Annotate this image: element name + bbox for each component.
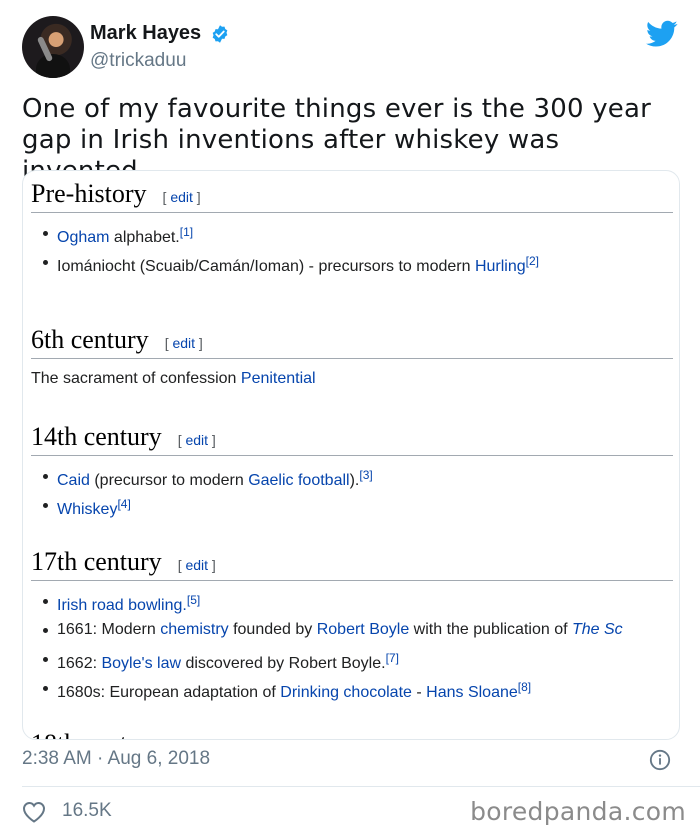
wiki-link[interactable]: Gaelic football xyxy=(248,472,349,489)
edit-link[interactable]: [ edit ] xyxy=(178,557,216,573)
wiki-link[interactable]: Ogham xyxy=(57,229,109,246)
twitter-bird-icon[interactable] xyxy=(646,20,678,48)
author-block: Mark Hayes @trickaduu xyxy=(90,22,230,72)
edit-link[interactable]: [ edit ] xyxy=(178,432,216,448)
list-item: Caid (precursor to modern Gaelic footbal… xyxy=(41,461,679,490)
display-name[interactable]: Mark Hayes xyxy=(90,22,201,45)
list-item: Ogham alphabet.[1] xyxy=(41,218,679,247)
edit-link[interactable]: [ edit ] xyxy=(163,189,201,205)
list-item: 1662: Boyle's law discovered by Robert B… xyxy=(41,644,679,673)
wiki-link[interactable]: Boyle's law xyxy=(101,655,181,672)
section-title: Pre-history xyxy=(31,179,147,208)
tweet-header: Mark Hayes @trickaduu xyxy=(22,16,682,82)
wiki-link[interactable]: Hurling xyxy=(475,258,526,275)
heart-icon[interactable] xyxy=(22,801,46,823)
wiki-section-14th-century: 14th century [ edit ] Caid (precursor to… xyxy=(31,422,679,547)
like-count: 16.5K xyxy=(62,800,112,821)
paragraph: The sacrament of confession Penitential xyxy=(31,370,316,387)
wiki-link[interactable]: Hans Sloane xyxy=(426,684,518,701)
wikipedia-screenshot[interactable]: Pre-history [ edit ] Ogham alphabet.[1] … xyxy=(22,170,680,740)
wiki-link[interactable]: Drinking chocolate xyxy=(280,684,412,701)
wiki-link[interactable]: Penitential xyxy=(241,370,316,387)
verified-icon xyxy=(212,24,227,43)
citation-ref[interactable]: [7] xyxy=(386,651,399,665)
divider xyxy=(22,786,700,787)
wiki-section-18th-century: 18th century [ edit ] xyxy=(31,729,679,740)
citation-ref[interactable]: [5] xyxy=(187,593,200,607)
wiki-link[interactable]: The Sc xyxy=(572,621,623,638)
list-item: Whiskey[4] xyxy=(41,490,679,519)
section-title: 6th century xyxy=(31,325,149,354)
info-icon[interactable] xyxy=(649,749,671,771)
edit-link[interactable]: [ edit ] xyxy=(165,335,203,351)
wiki-link[interactable]: chemistry xyxy=(160,621,228,638)
citation-ref[interactable]: [1] xyxy=(180,225,193,239)
watermark: boredpanda.com xyxy=(470,797,686,826)
citation-ref[interactable]: [4] xyxy=(117,497,130,511)
wiki-content: Pre-history [ edit ] Ogham alphabet.[1] … xyxy=(31,179,679,740)
wiki-link[interactable]: Caid xyxy=(57,472,90,489)
wiki-section-6th-century: 6th century [ edit ] The sacrament of co… xyxy=(31,325,679,422)
handle[interactable]: @trickaduu xyxy=(90,50,230,72)
section-title: 17th century xyxy=(31,547,162,576)
section-title: 14th century xyxy=(31,422,162,451)
wiki-link[interactable]: Irish road bowling xyxy=(57,597,182,614)
avatar[interactable] xyxy=(22,16,84,78)
edit-link[interactable]: [ edit ] xyxy=(178,739,216,740)
wiki-section-prehistory: Pre-history [ edit ] Ogham alphabet.[1] … xyxy=(31,179,679,325)
tweet-timestamp[interactable]: 2:38 AM · Aug 6, 2018 xyxy=(22,748,210,770)
citation-ref[interactable]: [3] xyxy=(359,468,372,482)
wiki-link[interactable]: Whiskey xyxy=(57,501,117,518)
section-title: 18th century xyxy=(31,729,162,739)
list-item: Irish road bowling.[5] xyxy=(41,586,679,615)
wiki-section-17th-century: 17th century [ edit ] Irish road bowling… xyxy=(31,547,679,729)
citation-ref[interactable]: [8] xyxy=(518,680,531,694)
list-item: 1661: Modern chemistry founded by Robert… xyxy=(41,615,679,644)
wiki-link[interactable]: Robert Boyle xyxy=(317,621,410,638)
list-item: Iomániocht (Scuaib/Camán/Ioman) - precur… xyxy=(41,247,679,276)
citation-ref[interactable]: [2] xyxy=(526,254,539,268)
list-item: 1680s: European adaptation of Drinking c… xyxy=(41,673,679,702)
